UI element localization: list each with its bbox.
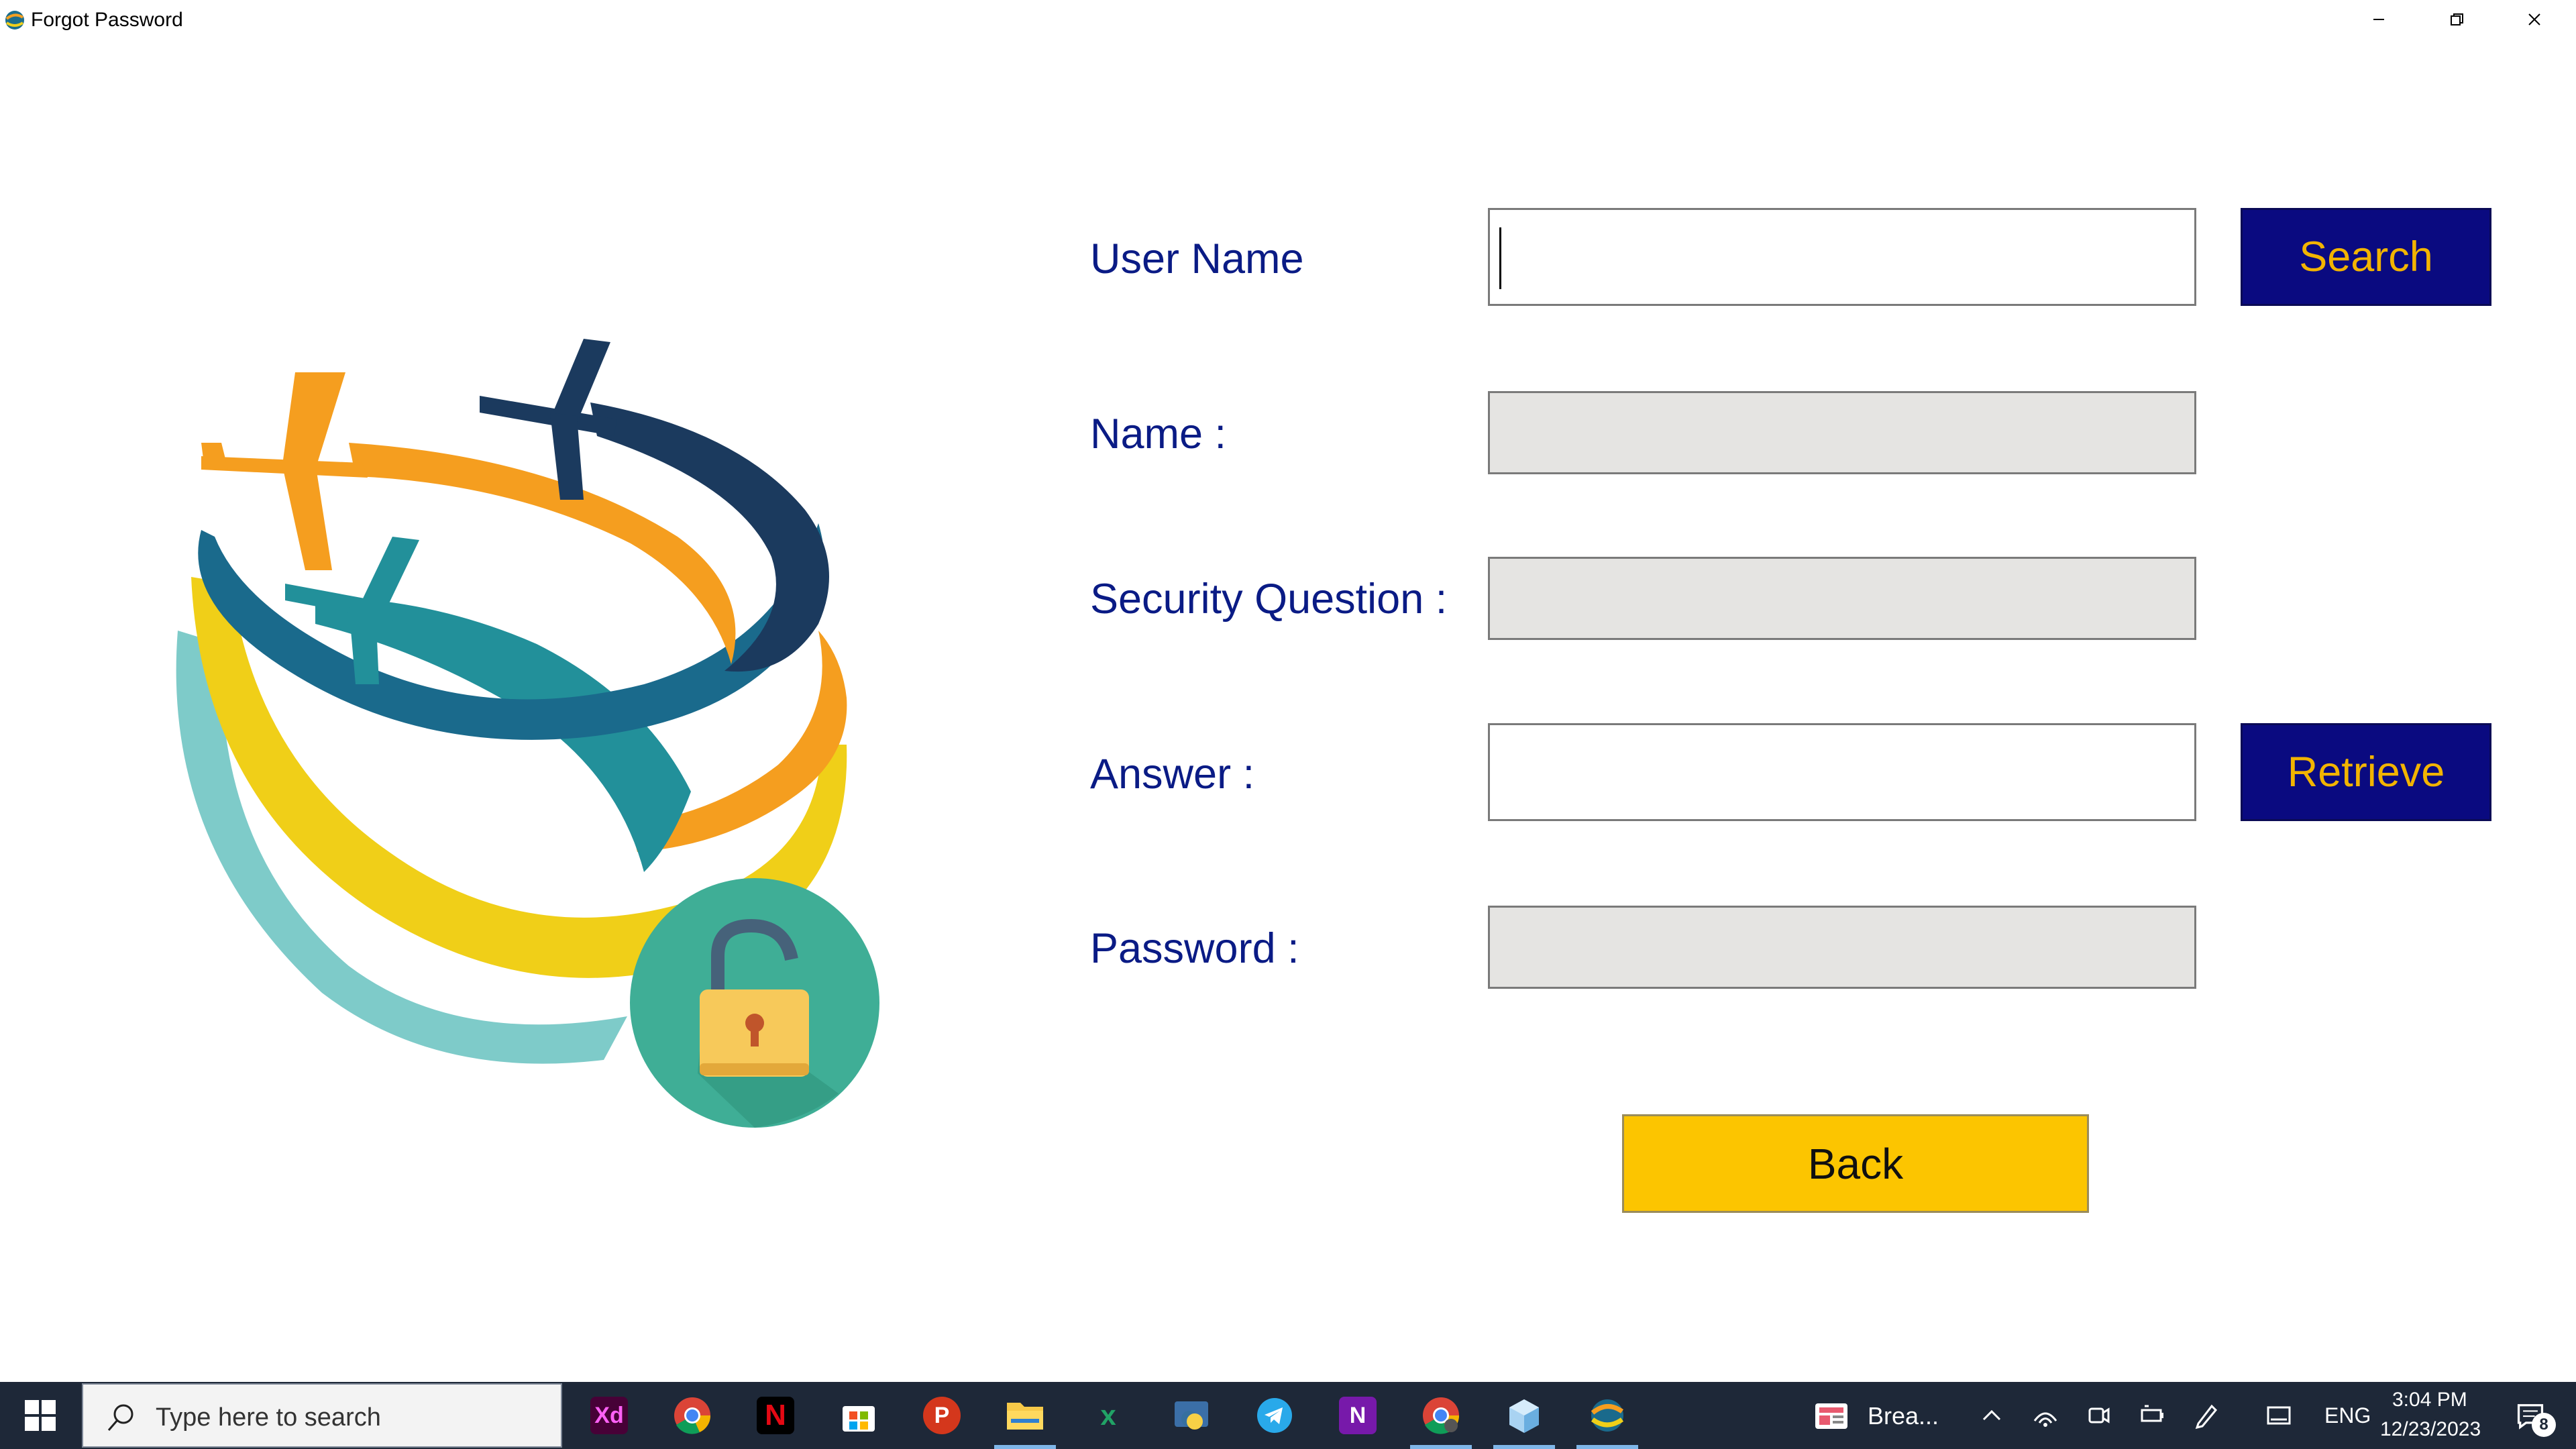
name-field[interactable] bbox=[1488, 391, 2196, 474]
adobe-xd-icon: Xd bbox=[590, 1397, 628, 1434]
app-icon bbox=[5, 11, 24, 30]
taskbar-app-onenote[interactable]: N bbox=[1318, 1382, 1398, 1449]
taskbar-app-python[interactable] bbox=[1151, 1382, 1232, 1449]
taskbar-window-label: Brea... bbox=[1868, 1402, 1939, 1430]
security-question-input[interactable] bbox=[1490, 559, 2194, 638]
tray-battery[interactable] bbox=[2127, 1382, 2179, 1449]
chrome-icon bbox=[674, 1397, 711, 1434]
close-icon bbox=[2528, 13, 2540, 25]
taskbar-search-box[interactable]: Type here to search bbox=[82, 1383, 562, 1448]
username-label: User Name bbox=[1090, 235, 1304, 282]
taskbar: Type here to search Xd N P x N Brea... E… bbox=[0, 1382, 2576, 1449]
username-field[interactable] bbox=[1488, 208, 2196, 306]
active-indicator bbox=[1576, 1445, 1638, 1449]
search-icon bbox=[107, 1404, 133, 1431]
window-title: Forgot Password bbox=[31, 9, 183, 31]
answer-label: Answer : bbox=[1090, 751, 1255, 798]
microsoft-store-icon bbox=[843, 1406, 875, 1432]
chevron-up-icon bbox=[1982, 1409, 2001, 1421]
minimize-icon bbox=[2373, 19, 2384, 20]
taskbar-app-chrome[interactable] bbox=[652, 1382, 733, 1449]
search-button[interactable]: Search bbox=[2241, 208, 2491, 306]
taskbar-app-p[interactable]: P bbox=[902, 1382, 982, 1449]
active-indicator bbox=[994, 1445, 1056, 1449]
text-caret bbox=[1499, 227, 1501, 289]
start-button[interactable] bbox=[0, 1382, 80, 1449]
restore-button[interactable] bbox=[2418, 0, 2496, 39]
password-field[interactable] bbox=[1488, 906, 2196, 989]
tray-touch-keyboard[interactable] bbox=[2253, 1382, 2305, 1449]
taskbar-app-cube[interactable] bbox=[1484, 1382, 1564, 1449]
restore-icon bbox=[2451, 13, 2463, 25]
cube-app-icon bbox=[1509, 1399, 1539, 1433]
taskbar-app-file-explorer[interactable] bbox=[985, 1382, 1065, 1449]
notification-badge: 8 bbox=[2532, 1413, 2556, 1437]
back-button[interactable]: Back bbox=[1622, 1114, 2089, 1213]
search-placeholder: Type here to search bbox=[156, 1403, 381, 1432]
notification-center-button[interactable]: 8 bbox=[2497, 1382, 2564, 1449]
tray-pen[interactable] bbox=[2180, 1382, 2233, 1449]
taskbar-app-adobe-xd[interactable]: Xd bbox=[569, 1382, 649, 1449]
answer-input[interactable] bbox=[1490, 725, 2194, 819]
title-bar: Forgot Password bbox=[0, 0, 2576, 40]
language-indicator[interactable]: ENG bbox=[2324, 1403, 2371, 1428]
pen-icon bbox=[2195, 1404, 2218, 1430]
travel-globe-logo bbox=[176, 339, 879, 1128]
clock-date: 12/23/2023 bbox=[2380, 1418, 2481, 1440]
taskbar-app-chrome-profile[interactable] bbox=[1401, 1382, 1481, 1449]
excel-icon: x bbox=[1100, 1399, 1116, 1431]
file-explorer-icon bbox=[1007, 1403, 1043, 1430]
travel-app-icon bbox=[1591, 1399, 1624, 1432]
taskbar-window-breakout[interactable]: Brea... bbox=[1805, 1382, 1959, 1449]
clock[interactable]: 3:04 PM 12/23/2023 bbox=[2375, 1382, 2482, 1449]
clock-time: 3:04 PM bbox=[2392, 1389, 2467, 1411]
security-question-label: Security Question : bbox=[1090, 576, 1448, 623]
news-widget-icon bbox=[1815, 1403, 1847, 1429]
answer-field[interactable] bbox=[1488, 723, 2196, 821]
name-label: Name : bbox=[1090, 411, 1227, 458]
password-label: Password : bbox=[1090, 925, 1299, 972]
show-hidden-icons-button[interactable] bbox=[1966, 1382, 2018, 1449]
username-input[interactable] bbox=[1490, 210, 2194, 304]
onenote-icon: N bbox=[1339, 1397, 1377, 1434]
taskbar-app-excel[interactable]: x bbox=[1068, 1382, 1148, 1449]
unlocked-padlock-icon bbox=[630, 878, 879, 1128]
camera-icon bbox=[2088, 1407, 2110, 1424]
retrieve-button[interactable]: Retrieve bbox=[2241, 723, 2491, 821]
airplane-icon bbox=[201, 372, 368, 570]
taskbar-app-store[interactable] bbox=[818, 1382, 899, 1449]
password-input[interactable] bbox=[1490, 908, 2194, 987]
netflix-icon: N bbox=[757, 1397, 794, 1434]
taskbar-app-telegram[interactable] bbox=[1234, 1382, 1315, 1449]
telegram-icon bbox=[1257, 1398, 1292, 1433]
name-input[interactable] bbox=[1490, 393, 2194, 472]
minimize-button[interactable] bbox=[2340, 0, 2418, 39]
close-button[interactable] bbox=[2496, 0, 2573, 39]
python-icon bbox=[1175, 1401, 1208, 1430]
wifi-icon bbox=[2033, 1412, 2057, 1427]
app-p-icon: P bbox=[923, 1397, 961, 1434]
battery-icon bbox=[2141, 1405, 2163, 1422]
taskbar-app-netflix[interactable]: N bbox=[735, 1382, 816, 1449]
active-indicator bbox=[1410, 1445, 1472, 1449]
tray-meet[interactable] bbox=[2073, 1382, 2125, 1449]
windows-icon bbox=[25, 1400, 56, 1431]
chrome-profile-icon bbox=[1423, 1397, 1460, 1434]
tray-network[interactable] bbox=[2019, 1382, 2072, 1449]
security-question-field[interactable] bbox=[1488, 557, 2196, 640]
active-indicator bbox=[1493, 1445, 1555, 1449]
keyboard-icon bbox=[2267, 1406, 2291, 1425]
taskbar-app-travel[interactable] bbox=[1567, 1382, 1648, 1449]
